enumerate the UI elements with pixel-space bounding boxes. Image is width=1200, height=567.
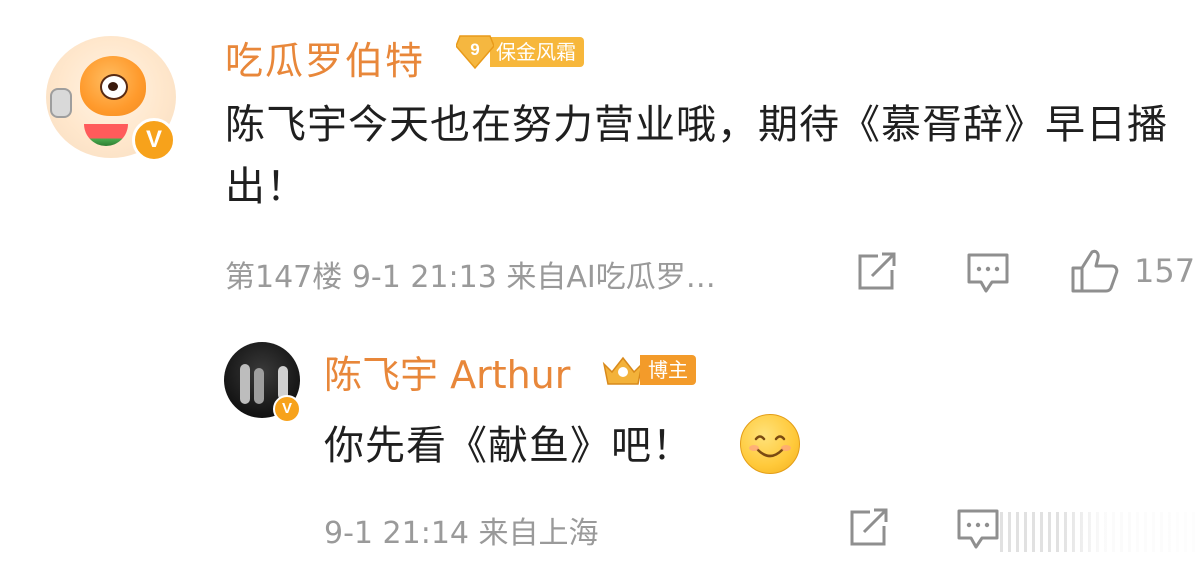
fan-level-number: 9	[470, 40, 480, 59]
comment-icon[interactable]	[966, 252, 1010, 294]
commenter-name[interactable]: 吃瓜罗伯特	[225, 30, 425, 85]
comment-source: 来自AI吃瓜罗…	[506, 260, 716, 295]
host-badge-label: 博主	[640, 355, 696, 385]
comment-text: 陈飞宇今天也在努力营业哦，期待《慕胥辞》早日播出！	[225, 102, 1168, 210]
smile-emoji	[740, 414, 800, 474]
like-count: 157	[1134, 252, 1196, 290]
reply-text: 你先看《献鱼》吧！	[324, 423, 693, 469]
mascot-eye	[100, 74, 128, 100]
watermelon-decoration	[84, 124, 128, 146]
share-icon[interactable]	[848, 508, 890, 548]
floor-number: 第147楼	[225, 260, 343, 295]
reply-meta: 9-1 21:14 来自上海	[324, 508, 599, 552]
verified-badge-icon: V	[273, 395, 301, 423]
verified-badge-icon: V	[132, 118, 176, 162]
host-badge: 博主	[600, 352, 696, 388]
comment-icon[interactable]	[956, 508, 1000, 550]
thumbs-up-icon[interactable]	[1070, 248, 1120, 294]
avatar-figure	[240, 364, 250, 404]
comment-time: 9-1 21:13	[351, 260, 497, 295]
mascot-body	[80, 56, 146, 116]
comment-meta: 第147楼 9-1 21:13 来自AI吃瓜罗…	[225, 252, 716, 296]
headphone-decoration	[50, 88, 72, 118]
reply-time: 9-1 21:14	[324, 516, 469, 551]
watermark-fade	[1060, 506, 1200, 556]
fan-badge[interactable]: 9 保金风霜	[456, 34, 584, 70]
fan-level-icon: 9	[456, 34, 494, 70]
fan-badge-label: 保金风霜	[490, 37, 584, 67]
reply-source: 来自上海	[478, 516, 599, 551]
share-icon[interactable]	[856, 252, 898, 292]
avatar-figure	[254, 368, 264, 404]
replier-name[interactable]: 陈飞宇 Arthur	[324, 344, 570, 399]
